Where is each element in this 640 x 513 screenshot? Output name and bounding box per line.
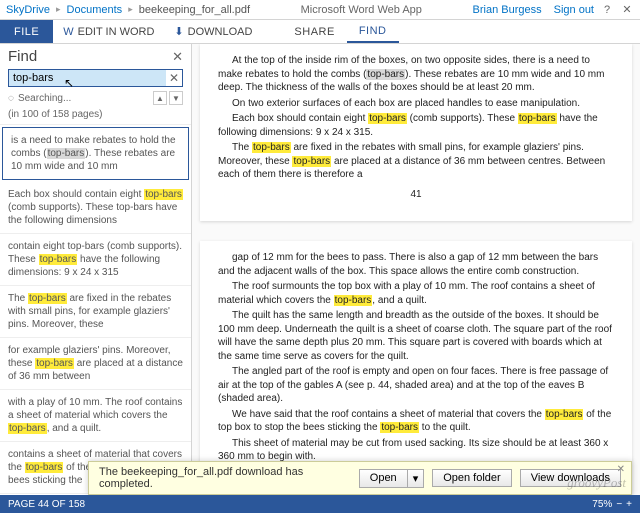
find-results-list[interactable]: is a need to make rebates to hold the co… [0,124,191,495]
word-icon: W [63,26,73,38]
file-tab[interactable]: FILE [0,20,53,43]
download-notification-bar: ✕ The beekeeping_for_all.pdf download ha… [88,461,632,495]
find-result-item[interactable]: Each box should contain eight top-bars (… [0,182,191,234]
spinner-icon: ◌ [8,93,14,104]
find-tab[interactable]: FIND [347,20,399,43]
app-title: Microsoft Word Web App [256,4,467,16]
open-button[interactable]: Open [359,469,407,488]
download-icon: ⬇ [174,25,183,38]
page: gap of 12 mm for the bees to pass. There… [200,241,632,495]
chevron-right-icon: ▸ [128,4,133,15]
clear-input-icon[interactable]: ✕ [166,71,182,85]
find-status-text: Searching... [18,93,149,104]
breadcrumb-folder[interactable]: Documents [67,4,123,16]
user-name[interactable]: Brian Burgess [473,4,542,16]
find-result-item[interactable]: contain eight top-bars (comb supports). … [0,234,191,286]
sign-out-link[interactable]: Sign out [554,4,594,16]
find-title: Find [8,48,172,65]
open-dropdown-button[interactable]: ▾ [407,469,425,488]
close-find-icon[interactable]: ✕ [172,49,183,65]
open-folder-button[interactable]: Open folder [432,469,511,487]
prev-result-button[interactable]: ▲ [153,91,167,105]
breadcrumb-root[interactable]: SkyDrive [6,4,50,16]
document-view[interactable]: At the top of the inside rim of the boxe… [192,44,640,495]
find-result-item[interactable]: for example glaziers' pins. Moreover, th… [0,338,191,390]
page-indicator[interactable]: PAGE 44 OF 158 [8,499,85,510]
help-icon[interactable]: ? [600,4,614,16]
zoom-out-icon[interactable]: − [616,499,622,510]
find-input[interactable] [9,70,166,86]
download-button[interactable]: ⬇DOWNLOAD [164,20,262,43]
close-notification-icon[interactable]: ✕ [617,464,625,475]
find-result-item[interactable]: The top-bars are fixed in the rebates wi… [0,286,191,338]
zoom-in-icon[interactable]: + [626,499,632,510]
view-downloads-button[interactable]: View downloads [520,469,621,487]
page: At the top of the inside rim of the boxe… [200,44,632,221]
edit-in-word-button[interactable]: WEDIT IN WORD [53,20,164,43]
chevron-right-icon: ▸ [56,4,61,15]
find-result-item[interactable]: with a play of 10 mm. The roof contains … [0,390,191,442]
zoom-level: 75% [592,499,612,510]
breadcrumb-file: beekeeping_for_all.pdf [139,4,250,16]
find-count: (in 100 of 158 pages) [0,109,191,124]
next-result-button[interactable]: ▼ [169,91,183,105]
find-result-item[interactable]: is a need to make rebates to hold the co… [2,127,189,180]
find-panel: Find ✕ ✕ ◌ Searching... ▲▼ (in 100 of 15… [0,44,192,495]
close-icon[interactable]: ✕ [620,3,634,16]
download-message: The beekeeping_for_all.pdf download has … [99,466,351,490]
status-bar: PAGE 44 OF 158 75% − + [0,495,640,513]
share-tab[interactable]: SHARE [282,20,346,43]
